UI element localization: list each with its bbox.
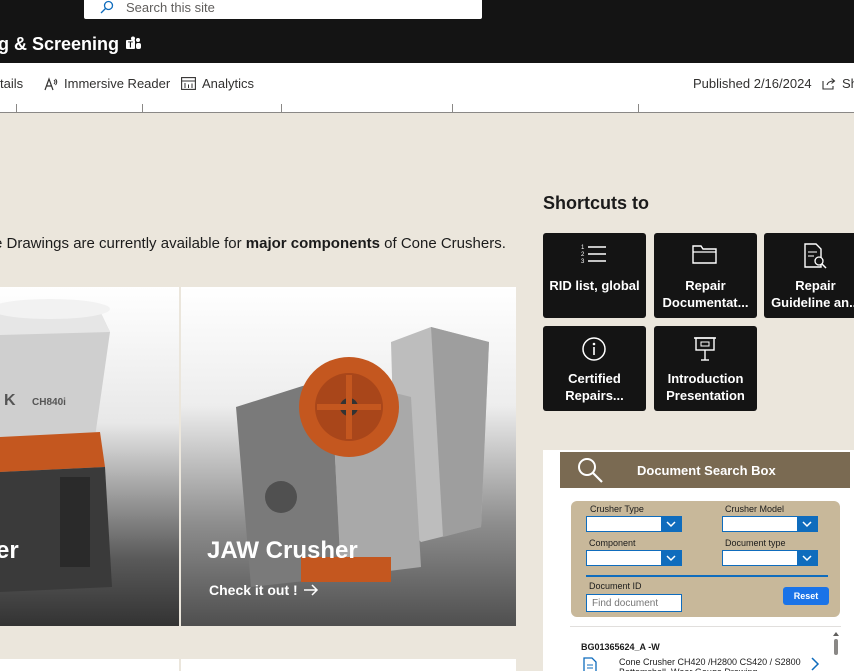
document-search-icon bbox=[804, 243, 827, 269]
next-tile[interactable] bbox=[0, 659, 179, 671]
reset-button[interactable]: Reset bbox=[783, 587, 829, 605]
chevron-down-icon bbox=[802, 521, 812, 528]
shortcut-label: Repair Documentat... bbox=[662, 278, 749, 310]
document-id-input[interactable] bbox=[586, 594, 682, 612]
crusher-model-select[interactable] bbox=[722, 516, 818, 532]
ruler-tick bbox=[16, 104, 17, 112]
document-id-label: Document ID bbox=[589, 581, 642, 591]
numbered-list-icon: 123 bbox=[581, 245, 606, 265]
search-input[interactable] bbox=[126, 0, 446, 15]
presentation-icon bbox=[694, 337, 716, 361]
document-type-label: Document type bbox=[725, 538, 786, 548]
document-search-box: Document Search Box Crusher Type Crusher… bbox=[543, 450, 854, 671]
next-tile[interactable] bbox=[181, 659, 516, 671]
intro-text: e Drawings are currently available for m… bbox=[0, 235, 506, 252]
document-search-form: Crusher Type Crusher Model Component Doc… bbox=[571, 501, 840, 617]
info-icon bbox=[582, 337, 606, 361]
chevron-right-icon[interactable] bbox=[810, 657, 820, 671]
ruler-tick bbox=[142, 104, 143, 112]
document-search-title: Document Search Box bbox=[637, 463, 776, 478]
site-title[interactable]: g & Screening bbox=[0, 34, 119, 55]
ruler-tick bbox=[638, 104, 639, 112]
shortcut-introduction-presentation[interactable]: Introduction Presentation bbox=[654, 326, 757, 411]
shortcut-label: Introduction Presentation bbox=[666, 371, 745, 403]
result-document-id: BG01365624_A -W bbox=[581, 642, 660, 652]
command-bar: tails Immersive Reader Analytics Publish… bbox=[0, 63, 854, 113]
component-select[interactable] bbox=[586, 550, 682, 566]
jaw-crusher-link[interactable]: Check it out ! bbox=[209, 582, 319, 598]
shortcut-certified-repairs[interactable]: Certified Repairs... bbox=[543, 326, 646, 411]
shortcut-label: Repair Guideline an... bbox=[771, 278, 854, 310]
jaw-crusher-title: JAW Crusher bbox=[207, 537, 358, 564]
svg-text:CH840i: CH840i bbox=[32, 397, 66, 408]
site-search-box[interactable] bbox=[84, 0, 482, 19]
svg-text:3: 3 bbox=[581, 259, 585, 265]
analytics-label: Analytics bbox=[202, 76, 255, 91]
cone-crusher-title: er bbox=[0, 537, 19, 564]
document-icon bbox=[583, 657, 597, 671]
analytics-button[interactable]: Analytics bbox=[181, 76, 254, 91]
svg-text:2: 2 bbox=[581, 252, 585, 258]
crusher-model-label: Crusher Model bbox=[725, 504, 785, 514]
scrollbar[interactable] bbox=[833, 632, 839, 656]
result-description: Cone Crusher CH420 /H2800 CS420 / S2800 … bbox=[619, 657, 801, 671]
ruler-tick bbox=[452, 104, 453, 112]
immersive-reader-button[interactable]: Immersive Reader bbox=[44, 76, 170, 91]
cone-crusher-tile[interactable]: K CH840i er bbox=[0, 287, 179, 626]
published-date: Published 2/16/2024 bbox=[693, 76, 812, 91]
shortcut-repair-documentation[interactable]: Repair Documentat... bbox=[654, 233, 757, 318]
dropdown-button[interactable] bbox=[661, 517, 681, 531]
shortcut-rid-list[interactable]: 123 RID list, global bbox=[543, 233, 646, 318]
chevron-down-icon bbox=[802, 555, 812, 562]
teams-icon[interactable]: T bbox=[125, 36, 143, 52]
chevron-down-icon bbox=[666, 521, 676, 528]
component-label: Component bbox=[589, 538, 636, 548]
svg-text:T: T bbox=[128, 41, 133, 50]
document-search-header: Document Search Box bbox=[560, 452, 850, 488]
svg-text:1: 1 bbox=[581, 245, 585, 251]
immersive-reader-icon bbox=[44, 76, 58, 90]
chevron-down-icon bbox=[666, 555, 676, 562]
shortcuts-heading: Shortcuts to bbox=[543, 193, 649, 213]
svg-text:K: K bbox=[4, 392, 16, 409]
jaw-crusher-tile[interactable]: JAW Crusher Check it out ! bbox=[181, 287, 516, 626]
analytics-icon bbox=[181, 77, 196, 90]
shortcut-label: Certified Repairs... bbox=[565, 371, 624, 403]
published-status: Published 2/16/2024 bbox=[693, 76, 812, 91]
dropdown-button[interactable] bbox=[797, 517, 817, 531]
crusher-type-select[interactable] bbox=[586, 516, 682, 532]
share-label: Sh bbox=[842, 76, 854, 91]
site-header: g & Screening T bbox=[0, 0, 854, 63]
share-icon bbox=[822, 78, 836, 90]
share-button[interactable]: Sh bbox=[822, 76, 854, 91]
search-result-item[interactable]: BG01365624_A -W Cone Crusher CH420 /H280… bbox=[570, 626, 841, 671]
crusher-type-label: Crusher Type bbox=[590, 504, 644, 514]
document-type-select[interactable] bbox=[722, 550, 818, 566]
folder-icon bbox=[692, 245, 717, 264]
search-icon bbox=[100, 0, 114, 14]
ruler-tick bbox=[281, 104, 282, 112]
page-details-label: tails bbox=[0, 76, 24, 91]
page-details-button[interactable]: tails bbox=[0, 76, 23, 91]
magnifier-icon bbox=[578, 458, 603, 483]
cone-crusher-image: K CH840i bbox=[0, 299, 112, 592]
jaw-crusher-image bbox=[236, 327, 489, 587]
arrow-right-icon bbox=[303, 584, 318, 596]
dropdown-button[interactable] bbox=[797, 551, 817, 565]
immersive-reader-label: Immersive Reader bbox=[64, 76, 171, 91]
form-divider bbox=[586, 575, 828, 577]
dropdown-button[interactable] bbox=[661, 551, 681, 565]
shortcut-repair-guideline[interactable]: Repair Guideline an... bbox=[764, 233, 854, 318]
shortcut-label: RID list, global bbox=[549, 278, 640, 293]
